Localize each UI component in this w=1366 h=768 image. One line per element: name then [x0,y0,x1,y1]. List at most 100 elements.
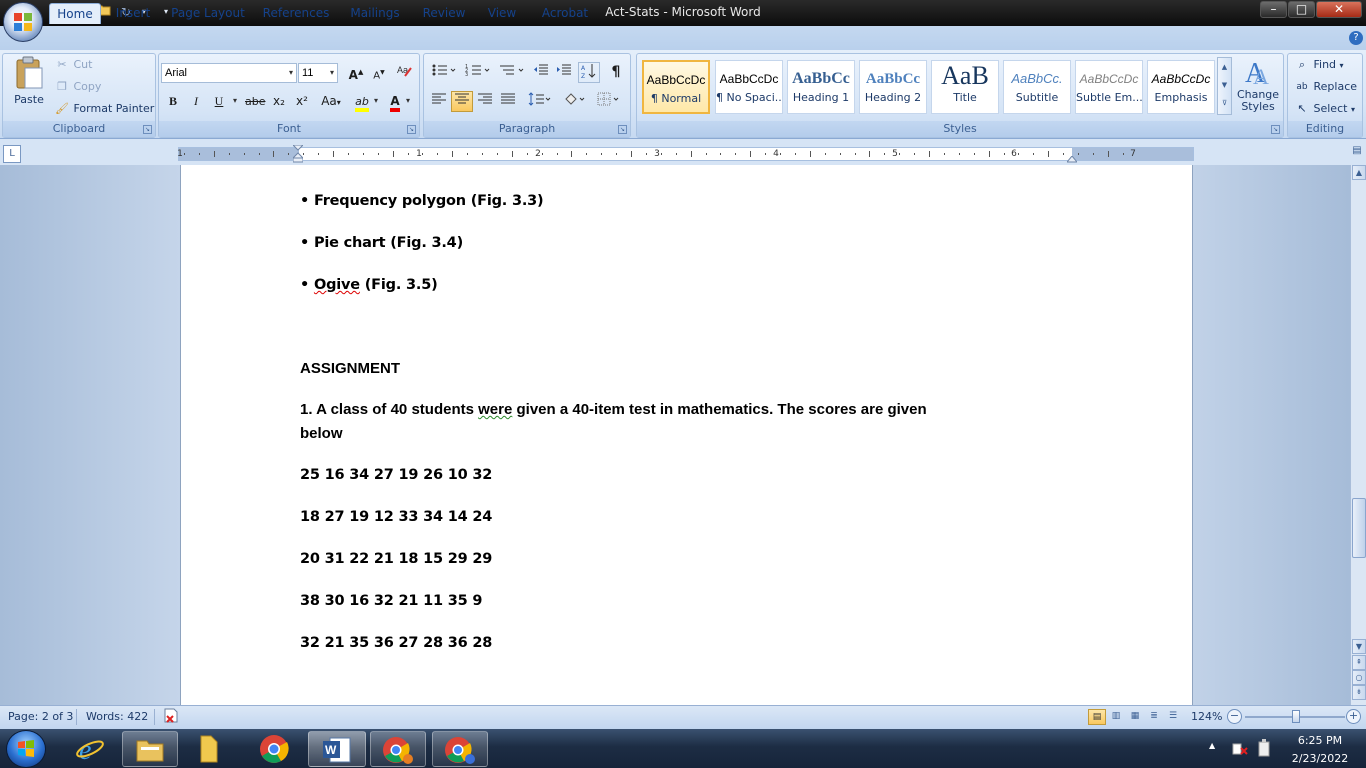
proofing-errors-icon[interactable] [162,708,180,724]
tab-page-layout[interactable]: Page Layout [168,3,248,24]
decrease-indent-icon[interactable] [530,62,552,83]
strikethrough-button[interactable]: abe [244,91,266,112]
bold-button[interactable]: B [162,91,184,112]
style-normal[interactable]: AaBbCcDc ¶ Normal [642,60,710,114]
italic-button[interactable]: I [185,91,207,112]
scroll-thumb[interactable] [1352,498,1366,558]
style-no-spacing[interactable]: AaBbCcDc ¶ No Spaci... [715,60,783,114]
grow-font-button[interactable]: A▲ [345,62,367,83]
horizontal-ruler[interactable]: 1 1 2 3 4 5 6 7 [177,147,1194,161]
align-right-icon[interactable] [474,91,496,112]
zoom-slider-thumb[interactable] [1292,710,1300,723]
minimize-button[interactable]: – [1260,1,1287,18]
gallery-down-icon[interactable]: ▼ [1218,76,1231,94]
outline-icon[interactable]: ≣ [1145,709,1163,725]
find-button[interactable]: ⌕ Find ▾ [1294,57,1344,73]
folder-icon[interactable] [181,731,237,767]
numbering-icon[interactable]: 123 [462,62,494,83]
page-count[interactable]: Page: 2 of 3 [8,710,73,723]
tab-mailings[interactable]: Mailings [344,3,406,24]
word-taskbar-icon[interactable]: W [308,731,366,767]
change-styles-button[interactable]: A A Change Styles [1236,56,1280,120]
font-launcher-icon[interactable]: ↘ [407,125,416,134]
superscript-button[interactable]: x² [291,91,313,112]
chrome-window-icon[interactable] [370,731,426,767]
maximize-button[interactable]: □ [1288,1,1315,18]
indent-marker-icon[interactable] [291,144,305,163]
style-title[interactable]: AaB Title [931,60,999,114]
font-size-dropdown-icon[interactable]: ▾ [330,64,334,82]
close-button[interactable]: ✕ [1316,1,1362,18]
font-name-dropdown-icon[interactable]: ▾ [289,64,293,82]
tab-view[interactable]: View [482,3,522,24]
change-case-button[interactable]: Aa▾ [316,91,346,112]
full-screen-reading-icon[interactable]: ▥ [1107,709,1125,725]
view-ruler-icon[interactable]: ▤ [1350,145,1364,161]
vertical-scrollbar[interactable]: ▲ ▼ ⇞ ○ ⇟ [1350,165,1366,705]
print-layout-icon[interactable]: ▤ [1088,709,1106,725]
help-icon[interactable]: ? [1349,31,1363,45]
internet-explorer-icon[interactable]: e [62,731,118,767]
file-explorer-icon[interactable] [122,731,178,767]
justify-icon[interactable] [497,91,519,112]
zoom-out-icon[interactable]: − [1227,709,1242,724]
select-browse-object-icon[interactable]: ○ [1352,670,1366,685]
clock-time[interactable]: 6:25 PM [1282,734,1358,747]
font-name-combo[interactable]: Arial ▾ [161,63,297,83]
highlight-dropdown-icon[interactable]: ▾ [374,96,378,105]
select-button[interactable]: ↖ Select ▾ [1294,101,1355,117]
start-button[interactable] [6,730,46,768]
right-indent-marker-icon[interactable] [1065,153,1079,163]
styles-gallery-scroll[interactable]: ▲ ▼ ⊽ [1217,57,1232,115]
previous-page-icon[interactable]: ⇞ [1352,655,1366,670]
paste-button[interactable]: Paste [10,56,48,116]
gallery-up-icon[interactable]: ▲ [1218,58,1231,76]
style-heading-1[interactable]: AaBbCc Heading 1 [787,60,855,114]
document-page[interactable]: • Frequency polygon (Fig. 3.3) • Pie cha… [180,165,1193,710]
styles-launcher-icon[interactable]: ↘ [1271,125,1280,134]
clear-formatting-icon[interactable]: Aa [393,62,415,83]
cut-button[interactable]: ✂ Cut [54,57,92,73]
scroll-up-icon[interactable]: ▲ [1352,165,1366,180]
shrink-font-button[interactable]: A▼ [368,62,390,83]
chrome-window-icon[interactable] [432,731,488,767]
font-color-dropdown-icon[interactable]: ▾ [406,96,410,105]
draft-icon[interactable]: ☰ [1164,709,1182,725]
underline-dropdown-icon[interactable]: ▾ [233,96,237,105]
style-subtle-emphasis[interactable]: AaBbCcDc Subtle Em... [1075,60,1143,114]
power-icon[interactable] [1256,739,1272,757]
scroll-down-icon[interactable]: ▼ [1352,639,1366,654]
style-subtitle[interactable]: AaBbCc. Subtitle [1003,60,1071,114]
align-left-icon[interactable] [428,91,450,112]
font-size-combo[interactable]: 11 ▾ [298,63,338,83]
office-button[interactable] [3,2,43,42]
tab-review[interactable]: Review [417,3,471,24]
bullets-icon[interactable] [428,62,460,83]
copy-button[interactable]: ❐ Copy [54,79,101,95]
tab-references[interactable]: References [259,3,333,24]
zoom-level[interactable]: 124% [1191,710,1222,723]
increase-indent-icon[interactable] [553,62,575,83]
zoom-in-icon[interactable]: + [1346,709,1361,724]
underline-button[interactable]: U [208,91,230,112]
style-heading-2[interactable]: AaBbCc Heading 2 [859,60,927,114]
gallery-more-icon[interactable]: ⊽ [1218,94,1231,112]
network-icon[interactable] [1232,740,1248,756]
chrome-icon[interactable] [246,731,302,767]
sort-icon[interactable]: AZ [578,62,600,83]
subscript-button[interactable]: x₂ [268,91,290,112]
font-color-button[interactable]: A [384,91,406,112]
align-center-icon[interactable] [451,91,473,112]
multilevel-list-icon[interactable] [496,62,528,83]
tab-selector-icon[interactable]: L [3,145,21,163]
clock-date[interactable]: 2/23/2022 [1282,752,1358,765]
tab-insert[interactable]: Insert [110,3,156,24]
style-emphasis[interactable]: AaBbCcDc Emphasis [1147,60,1215,114]
replace-button[interactable]: ab Replace [1294,79,1357,95]
show-hidden-icons-icon[interactable]: ▲ [1209,741,1215,750]
show-marks-button[interactable]: ¶ [605,62,627,83]
line-spacing-icon[interactable] [525,91,555,112]
word-count[interactable]: Words: 422 [86,710,148,723]
clipboard-launcher-icon[interactable]: ↘ [143,125,152,134]
tab-home[interactable]: Home [49,3,101,24]
